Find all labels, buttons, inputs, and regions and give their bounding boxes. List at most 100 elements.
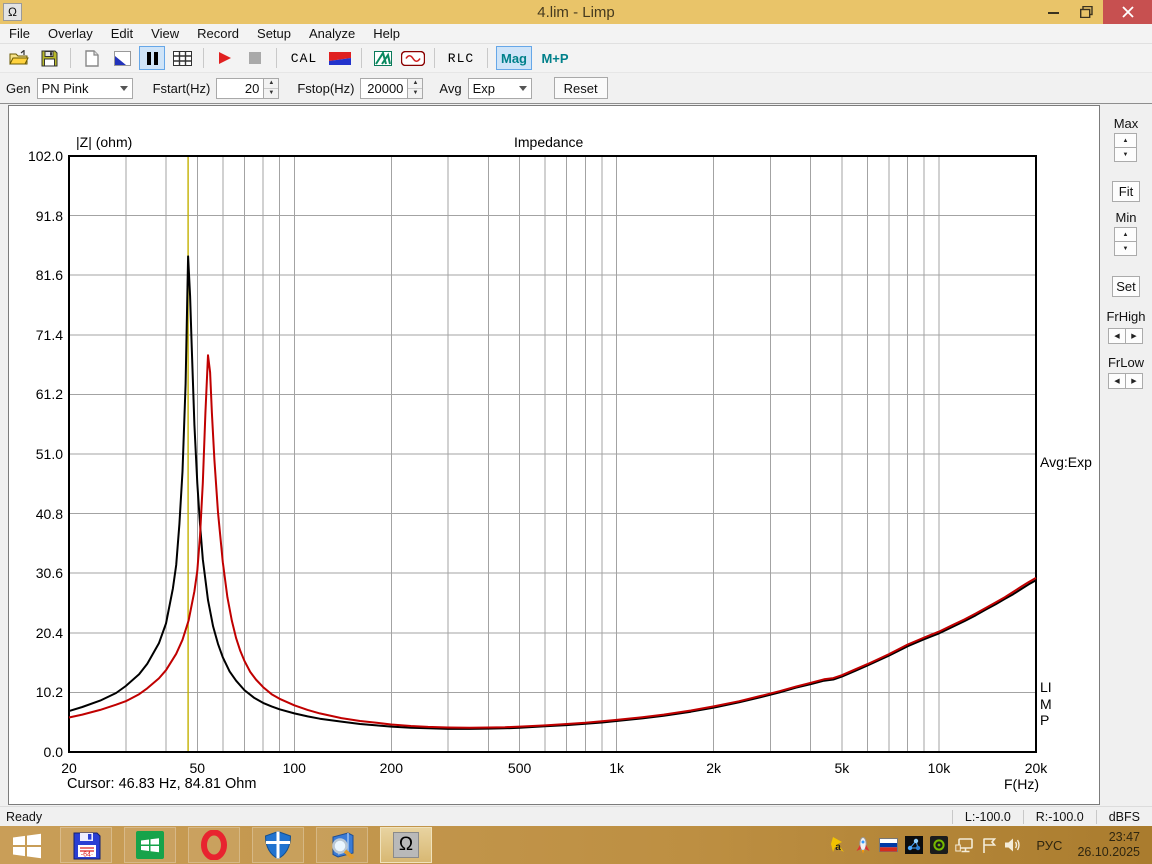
menu-item-edit[interactable]: Edit (102, 24, 142, 43)
taskbar-app-opera[interactable] (188, 827, 240, 863)
reset-button[interactable]: Reset (553, 77, 608, 99)
start-icon (13, 833, 41, 858)
frlow-left-button[interactable]: ◀ (1108, 373, 1126, 389)
menu-item-help[interactable]: Help (364, 24, 409, 43)
max-down-button[interactable]: ▼ (1114, 147, 1137, 162)
svg-text:-64·: -64· (81, 852, 93, 859)
magnitude-phase-view-button[interactable]: M+P (536, 46, 574, 70)
record-play-button[interactable] (212, 46, 238, 70)
rlc-button[interactable]: RLC (443, 46, 479, 70)
punto-switcher-icon[interactable]: a (829, 836, 847, 854)
x-tick-label: 20 (61, 760, 77, 776)
x-tick-label: 10k (927, 760, 951, 776)
pause-icon (146, 51, 158, 65)
magnitude-view-button[interactable]: Mag (496, 46, 532, 70)
nvidia-icon[interactable] (930, 836, 949, 854)
calibrate-button[interactable]: CAL (285, 46, 323, 70)
min-label: Min (1115, 210, 1137, 225)
close-button[interactable] (1103, 0, 1152, 24)
x-tick-label: 2k (706, 760, 722, 776)
menu-item-file[interactable]: File (0, 24, 39, 43)
toolbar-separator (487, 48, 488, 68)
max-up-button[interactable]: ▲ (1114, 133, 1137, 148)
open-file-icon (9, 50, 29, 65)
minimize-icon (1047, 11, 1059, 14)
y-tick-label: 51.0 (35, 446, 63, 462)
action-center-flag-icon[interactable] (981, 837, 997, 854)
avg-select[interactable]: Exp (467, 77, 532, 99)
x-tick-label: 5k (834, 760, 850, 776)
menu-item-record[interactable]: Record (188, 24, 248, 43)
toolbar-separator (70, 48, 71, 68)
menu-item-setup[interactable]: Setup (248, 24, 300, 43)
fstop-label: Fstop(Hz) (297, 80, 355, 96)
fstop-spinner[interactable]: ▲ ▼ (407, 78, 423, 98)
fstart-spinner[interactable]: ▲ ▼ (263, 78, 279, 98)
level-unit: dBFS (1095, 809, 1152, 824)
fit-button[interactable]: Fit (1112, 181, 1140, 202)
generator-type-select[interactable]: PN Pink (36, 77, 133, 99)
impedance-chart[interactable]: |Z| (ohm) Impedance Avg:Exp LIMP Cursor:… (8, 105, 1100, 805)
min-down-button[interactable]: ▼ (1114, 241, 1137, 256)
keyboard-language-indicator[interactable]: РУС (1036, 838, 1062, 853)
fstart-label: Fstart(Hz) (152, 80, 211, 96)
scale-control-panel: Max ▲ ▼ Fit Min ▲ ▼ Set FrHigh ◀ ▶ FrLow… (1100, 104, 1152, 806)
close-icon (1121, 6, 1134, 18)
menu-item-view[interactable]: View (142, 24, 188, 43)
restore-button[interactable] (1070, 0, 1103, 24)
taskbar-app-floppy64[interactable]: -64· (60, 827, 112, 863)
table-icon (172, 50, 192, 66)
network-icon[interactable] (955, 837, 974, 854)
restore-icon (1080, 6, 1093, 18)
taskbar-app-limp[interactable]: Ω (380, 827, 432, 863)
taskbar-app-defender[interactable] (252, 827, 304, 863)
minimize-button[interactable] (1037, 0, 1070, 24)
avg-value: Exp (472, 80, 495, 96)
menu-item-overlay[interactable]: Overlay (39, 24, 102, 43)
taskbar-app-store[interactable] (124, 827, 176, 863)
frlow-right-button[interactable]: ▶ (1125, 373, 1143, 389)
save-button[interactable] (36, 46, 62, 70)
cursor-readout: Cursor: 46.83 Hz, 84.81 Ohm (67, 776, 257, 792)
ru-flag-icon[interactable] (879, 838, 899, 852)
search-app-icon (332, 832, 355, 860)
start-button[interactable] (0, 826, 54, 864)
avg-mode-annotation: Avg:Exp (1040, 454, 1092, 470)
frhigh-label: FrHigh (1106, 309, 1146, 324)
menu-item-analyze[interactable]: Analyze (300, 24, 364, 43)
set-button[interactable]: Set (1112, 276, 1140, 297)
spectrum-button[interactable] (370, 46, 396, 70)
sine-wave-button[interactable] (400, 46, 426, 70)
fstop-spinbox[interactable]: 20000 ▲ ▼ (360, 77, 424, 99)
y-tick-label: 81.6 (35, 267, 63, 284)
status-text: Ready (6, 809, 43, 824)
menubar: File Overlay Edit View Record Setup Analyze Hel… (0, 24, 1152, 44)
generator-setup-button[interactable] (109, 46, 135, 70)
pause-button[interactable] (139, 46, 165, 70)
client-area: |Z| (ohm) Impedance Avg:Exp LIMP Cursor:… (0, 104, 1152, 806)
table-button[interactable] (169, 46, 195, 70)
rocket-icon[interactable] (854, 836, 872, 854)
toolbar-separator (361, 48, 362, 68)
x-tick-label: 200 (379, 760, 403, 776)
frhigh-right-button[interactable]: ▶ (1125, 328, 1143, 344)
toolbar-separator (276, 48, 277, 68)
x-tick-label: 50 (189, 760, 206, 776)
stop-button[interactable] (242, 46, 268, 70)
copy-button[interactable] (79, 46, 105, 70)
level-meter-button[interactable] (327, 46, 353, 70)
max-label: Max (1113, 116, 1139, 131)
taskbar-app-search[interactable] (316, 827, 368, 863)
open-file-button[interactable] (6, 46, 32, 70)
frhigh-left-button[interactable]: ◀ (1108, 328, 1126, 344)
rlc-meter-icon: RLC (447, 50, 475, 66)
x-tick-label: 100 (282, 760, 306, 776)
clock[interactable]: 23:47 26.10.2025 (1077, 830, 1144, 860)
opera-app-icon (201, 830, 227, 860)
molecule-icon[interactable] (905, 836, 924, 854)
min-up-button[interactable]: ▲ (1114, 227, 1137, 242)
speaker-icon[interactable] (1004, 837, 1021, 853)
calibrate-icon: CAL (290, 50, 318, 66)
titlebar: Ω 4.lim - Limp (0, 0, 1152, 24)
fstart-spinbox[interactable]: 20 ▲ ▼ (216, 77, 280, 99)
